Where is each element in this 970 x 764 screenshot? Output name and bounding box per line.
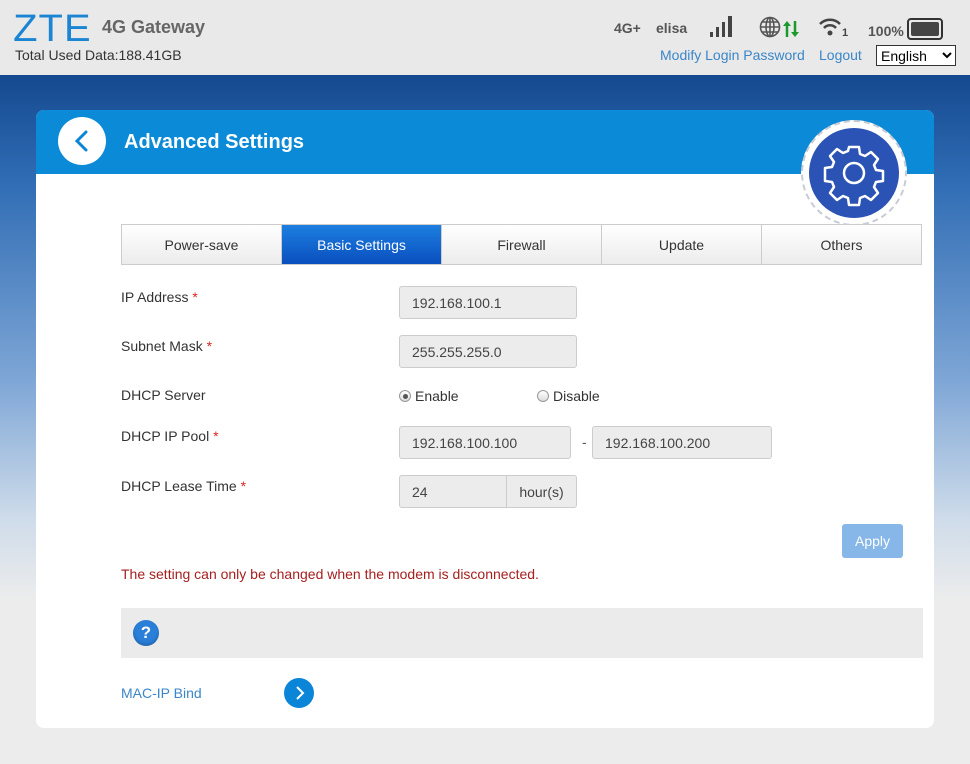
operator-name: elisa	[656, 20, 688, 36]
wifi-client-count: 1	[842, 27, 849, 39]
lease-unit-addon: hour(s)	[506, 475, 577, 508]
help-icon[interactable]: ?	[133, 620, 159, 646]
pool-separator: -	[582, 434, 587, 450]
required-mark: *	[206, 338, 213, 354]
tab-update[interactable]: Update	[602, 225, 762, 264]
dhcp-lease-time-label: DHCP Lease Time *	[121, 478, 246, 494]
card-header: Advanced Settings	[36, 110, 934, 174]
data-transfer-icon	[783, 21, 799, 37]
modify-login-password-link[interactable]: Modify Login Password	[660, 47, 805, 63]
radio-label: Disable	[553, 388, 600, 404]
dhcp-lease-time-input[interactable]: 24	[399, 475, 507, 508]
chevron-right-icon	[296, 686, 305, 700]
radio-checked-icon	[399, 390, 411, 402]
wifi-icon	[819, 18, 841, 36]
tab-firewall[interactable]: Firewall	[442, 225, 602, 264]
zte-logo: ZTE	[13, 8, 92, 50]
product-name: 4G Gateway	[102, 17, 206, 37]
apply-button[interactable]: Apply	[842, 524, 903, 558]
subnet-mask-input[interactable]: 255.255.255.0	[399, 335, 577, 368]
mac-ip-bind-button[interactable]	[284, 678, 314, 708]
dhcp-enable-radio[interactable]: Enable	[399, 388, 459, 404]
advanced-settings-card: Advanced Settings Power-save Basic Setti…	[36, 110, 934, 728]
battery-icon	[907, 18, 943, 40]
required-mark: *	[240, 478, 247, 494]
dhcp-server-label: DHCP Server	[121, 387, 206, 403]
required-mark: *	[213, 428, 219, 444]
gear-icon	[809, 128, 899, 218]
total-used-data: Total Used Data:188.41GB	[15, 47, 182, 63]
dhcp-disable-radio[interactable]: Disable	[537, 388, 600, 404]
dhcp-pool-start-input[interactable]: 192.168.100.100	[399, 426, 571, 459]
required-mark: *	[192, 289, 198, 305]
tab-others[interactable]: Others	[762, 225, 921, 264]
globe-icon	[759, 16, 781, 38]
help-bar: ?	[121, 608, 923, 658]
label-text: DHCP IP Pool	[121, 428, 210, 444]
settings-tabs: Power-save Basic Settings Firewall Updat…	[121, 224, 922, 265]
logout-link[interactable]: Logout	[819, 47, 862, 63]
back-button[interactable]	[58, 117, 106, 165]
dhcp-ip-pool-label: DHCP IP Pool *	[121, 428, 219, 444]
chevron-left-icon	[74, 130, 88, 152]
top-header: ZTE 4G Gateway Total Used Data:188.41GB …	[0, 0, 970, 75]
radio-label: Enable	[415, 388, 459, 404]
radio-unchecked-icon	[537, 390, 549, 402]
dhcp-pool-end-input[interactable]: 192.168.100.200	[592, 426, 772, 459]
mac-ip-bind-link[interactable]: MAC-IP Bind	[121, 685, 202, 701]
tab-basic-settings[interactable]: Basic Settings	[282, 225, 442, 264]
signal-bars-icon	[710, 16, 732, 37]
tab-power-save[interactable]: Power-save	[122, 225, 282, 264]
ip-address-input[interactable]: 192.168.100.1	[399, 286, 577, 319]
label-text: Subnet Mask	[121, 338, 203, 354]
ip-address-label: IP Address *	[121, 289, 198, 305]
label-text: IP Address	[121, 289, 189, 305]
warning-message: The setting can only be changed when the…	[121, 566, 539, 582]
page-title: Advanced Settings	[124, 131, 305, 153]
network-type: 4G+	[614, 20, 641, 36]
language-select[interactable]: English	[876, 45, 956, 66]
label-text: DHCP Lease Time	[121, 478, 237, 494]
battery-percent: 100%	[868, 23, 904, 39]
subnet-mask-label: Subnet Mask *	[121, 338, 212, 354]
